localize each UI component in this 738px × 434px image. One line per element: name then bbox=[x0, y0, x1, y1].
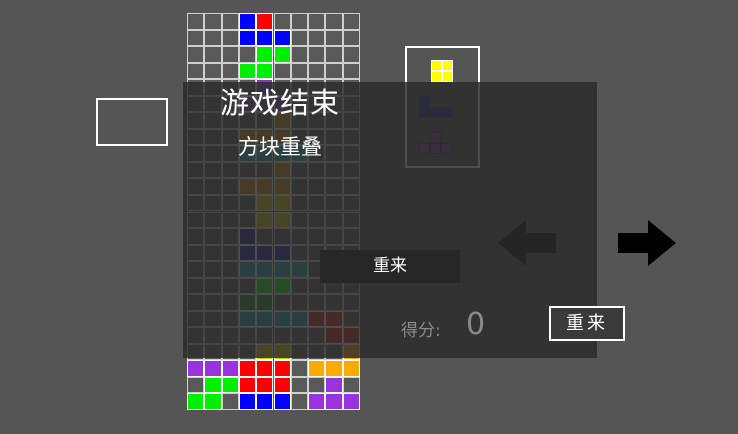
board-block bbox=[308, 360, 326, 377]
board-cell bbox=[342, 376, 360, 394]
board-block bbox=[342, 393, 360, 410]
retry-button[interactable]: 重来 bbox=[549, 306, 625, 341]
board-block bbox=[238, 29, 257, 47]
board-cell bbox=[290, 360, 309, 377]
game-over-reason: 方块重叠 bbox=[238, 135, 322, 159]
board-cell bbox=[273, 13, 291, 30]
board-cell bbox=[290, 13, 309, 30]
board-cell bbox=[187, 13, 205, 30]
board-cell bbox=[187, 46, 205, 63]
board-block bbox=[273, 376, 291, 394]
piece-block bbox=[442, 71, 453, 82]
board-block bbox=[256, 62, 274, 80]
board-block bbox=[238, 62, 257, 80]
board-cell bbox=[273, 62, 291, 80]
board-block bbox=[273, 29, 291, 47]
board-cell bbox=[325, 62, 343, 80]
retry-button-overlay[interactable]: 重来 bbox=[320, 250, 460, 283]
piece-block bbox=[442, 60, 453, 71]
board-cell bbox=[187, 29, 205, 47]
board-cell bbox=[221, 393, 239, 410]
board-block bbox=[256, 393, 274, 410]
board-block bbox=[325, 393, 343, 410]
board-block bbox=[238, 360, 257, 377]
board-cell bbox=[308, 29, 326, 47]
board-block bbox=[256, 360, 274, 377]
board-cell bbox=[204, 29, 222, 47]
board-block bbox=[221, 376, 239, 394]
board-block bbox=[342, 360, 360, 377]
board-cell bbox=[325, 13, 343, 30]
board-cell bbox=[221, 29, 239, 47]
board-block bbox=[325, 360, 343, 377]
board-block bbox=[256, 29, 274, 47]
board-block bbox=[204, 376, 222, 394]
board-block bbox=[238, 376, 257, 394]
piece-block bbox=[431, 71, 442, 82]
board-cell bbox=[308, 376, 326, 394]
board-cell bbox=[204, 13, 222, 30]
board-block bbox=[238, 393, 257, 410]
board-cell bbox=[342, 46, 360, 63]
board-cell bbox=[308, 13, 326, 30]
piece-block bbox=[431, 60, 442, 71]
board-block bbox=[273, 393, 291, 410]
board-cell bbox=[221, 13, 239, 30]
board-block bbox=[256, 13, 274, 30]
board-cell bbox=[308, 46, 326, 63]
board-cell bbox=[342, 62, 360, 80]
board-block bbox=[325, 376, 343, 394]
board-cell bbox=[238, 46, 257, 63]
board-block bbox=[204, 360, 222, 377]
arrow-right-icon[interactable] bbox=[616, 218, 676, 268]
board-block bbox=[308, 393, 326, 410]
board-block bbox=[204, 393, 222, 410]
board-cell bbox=[342, 13, 360, 30]
board-cell bbox=[290, 29, 309, 47]
board-cell bbox=[342, 29, 360, 47]
board-cell bbox=[308, 62, 326, 80]
board-cell bbox=[221, 62, 239, 80]
board-block bbox=[238, 13, 257, 30]
board-cell bbox=[325, 29, 343, 47]
board-cell bbox=[290, 393, 309, 410]
board-cell bbox=[187, 376, 205, 394]
board-block bbox=[256, 46, 274, 63]
game-over-heading: 游戏结束 bbox=[219, 86, 340, 120]
board-cell bbox=[290, 376, 309, 394]
board-cell bbox=[290, 62, 309, 80]
board-cell bbox=[290, 46, 309, 63]
board-block bbox=[187, 393, 205, 410]
board-block bbox=[273, 46, 291, 63]
board-block bbox=[221, 360, 239, 377]
game-over-overlay bbox=[183, 82, 597, 358]
board-cell bbox=[325, 46, 343, 63]
board-block bbox=[256, 376, 274, 394]
board-block bbox=[187, 360, 205, 377]
board-cell bbox=[204, 62, 222, 80]
score-label: 得分: bbox=[401, 321, 441, 341]
board-cell bbox=[187, 62, 205, 80]
score-value: 0 bbox=[466, 307, 486, 342]
board-cell bbox=[204, 46, 222, 63]
board-cell bbox=[221, 46, 239, 63]
board-block bbox=[273, 360, 291, 377]
